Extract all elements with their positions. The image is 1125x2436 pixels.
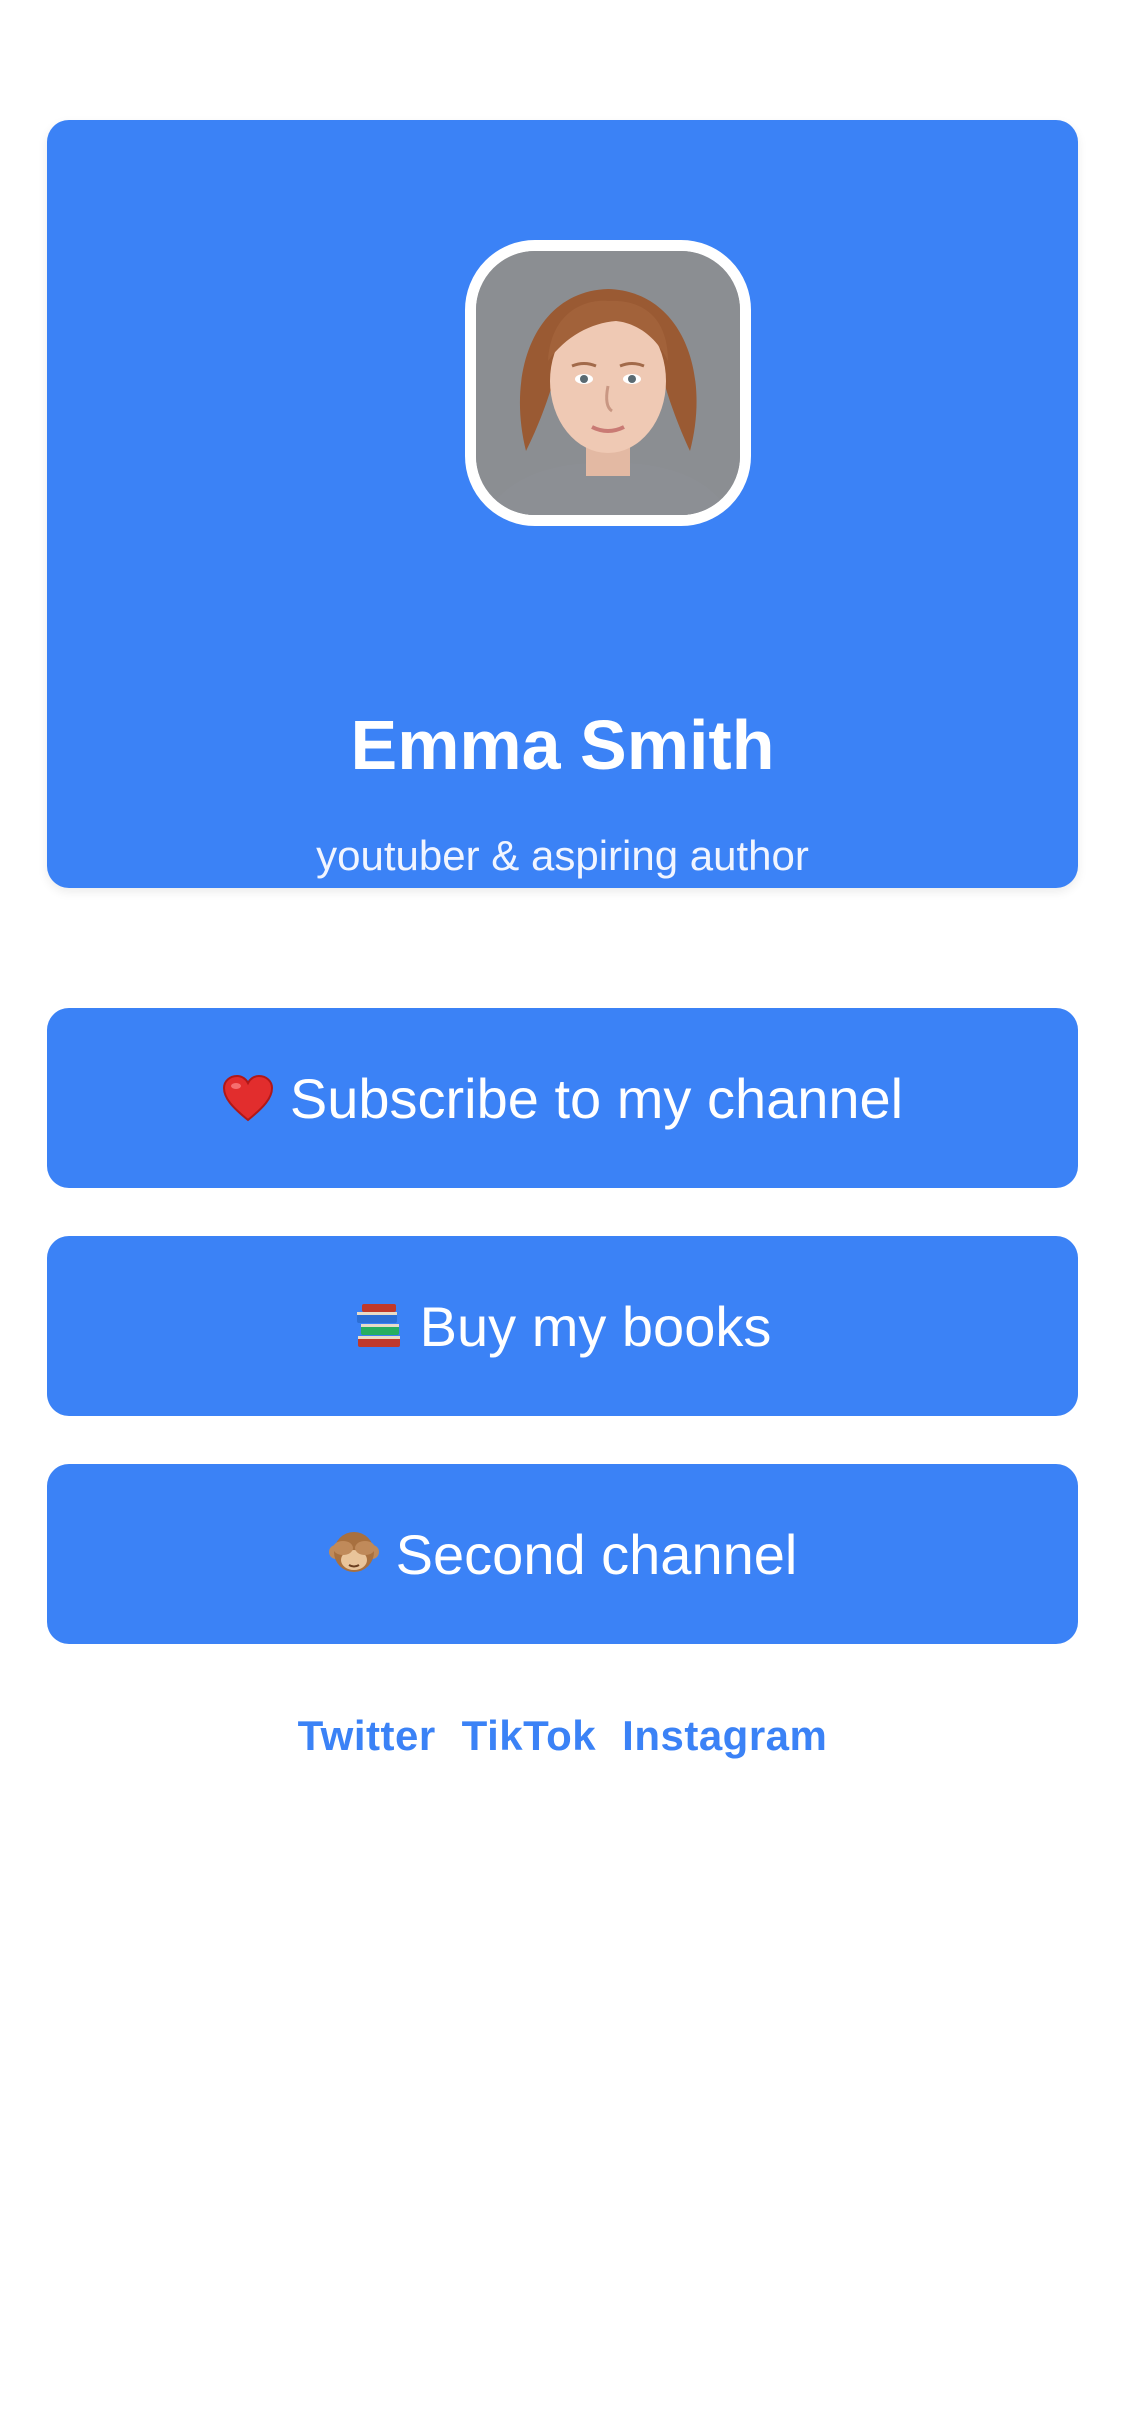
- instagram-link[interactable]: Instagram: [622, 1712, 827, 1760]
- profile-name: Emma Smith: [350, 706, 775, 784]
- social-links: Twitter TikTok Instagram: [0, 1712, 1125, 1760]
- buy-books-button-label: Buy my books: [419, 1294, 772, 1358]
- second-channel-button[interactable]: Second channel: [47, 1464, 1078, 1644]
- avatar-photo: [476, 251, 740, 515]
- books-icon: [354, 1302, 404, 1350]
- subscribe-button[interactable]: Subscribe to my channel: [47, 1008, 1078, 1188]
- profile-tagline: youtuber & aspiring author: [316, 832, 809, 879]
- red-heart-icon: [222, 1074, 274, 1122]
- see-no-evil-monkey-icon: [328, 1528, 380, 1580]
- buy-books-button[interactable]: Buy my books: [47, 1236, 1078, 1416]
- second-channel-button-label: Second channel: [395, 1522, 798, 1586]
- subscribe-button-label: Subscribe to my channel: [289, 1066, 904, 1130]
- twitter-link[interactable]: Twitter: [298, 1712, 436, 1760]
- tiktok-link[interactable]: TikTok: [462, 1712, 596, 1760]
- profile-card: Emma Smith youtuber & aspiring author: [47, 120, 1078, 888]
- avatar: [465, 240, 751, 526]
